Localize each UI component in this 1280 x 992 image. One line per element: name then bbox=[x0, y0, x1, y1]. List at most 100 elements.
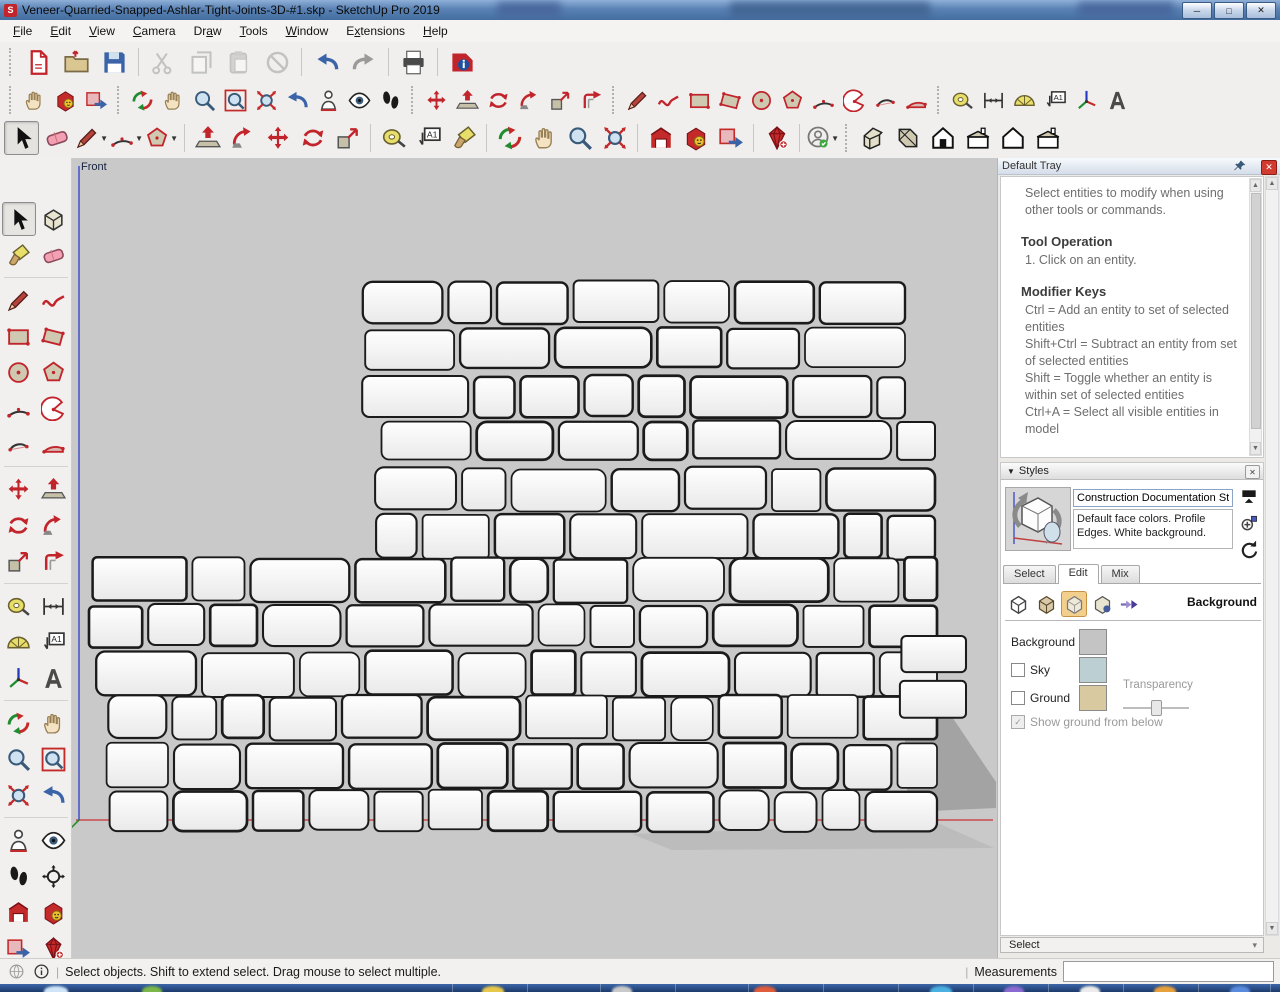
back-view-button[interactable] bbox=[995, 121, 1030, 155]
background-color-swatch[interactable] bbox=[1079, 629, 1107, 655]
styles-close-button[interactable]: ✕ bbox=[1245, 465, 1260, 479]
cut-button[interactable] bbox=[144, 44, 182, 80]
select-dropdown[interactable]: Select ▾ bbox=[1000, 937, 1264, 953]
rotated-rectangle-tool[interactable] bbox=[37, 319, 71, 353]
walk-tool[interactable] bbox=[2, 859, 36, 893]
push-pull-tool[interactable] bbox=[37, 472, 71, 506]
pan-tool[interactable] bbox=[37, 706, 71, 740]
hand-tool-button[interactable] bbox=[19, 85, 50, 115]
menu-draw[interactable]: Draw bbox=[185, 21, 231, 41]
toolbar-grip[interactable] bbox=[9, 86, 14, 114]
taskbar-app-icon[interactable] bbox=[930, 986, 952, 992]
arcs-button[interactable]: ▼ bbox=[109, 121, 144, 155]
component-tool-2-button[interactable] bbox=[81, 85, 112, 115]
dropdown-arrow-icon[interactable]: ▼ bbox=[135, 134, 143, 143]
scroll-up-icon[interactable]: ▲ bbox=[1266, 177, 1278, 190]
instructor-scrollbar[interactable]: ▲ ▼ bbox=[1249, 178, 1262, 456]
zoom-extents-button[interactable] bbox=[597, 121, 632, 155]
left-view-button[interactable] bbox=[1030, 121, 1065, 155]
text-button[interactable] bbox=[1040, 85, 1071, 115]
erase-button[interactable] bbox=[258, 44, 296, 80]
toolbar-grip[interactable] bbox=[612, 86, 617, 114]
polygon-tool[interactable] bbox=[37, 355, 71, 389]
taskbar-app-icon[interactable] bbox=[44, 986, 68, 992]
dimension-button[interactable] bbox=[978, 85, 1009, 115]
toolbar-grip[interactable] bbox=[9, 48, 14, 76]
arc-tool[interactable] bbox=[2, 391, 36, 425]
arc-button[interactable] bbox=[808, 85, 839, 115]
paint-bucket-button[interactable] bbox=[446, 121, 481, 155]
save-file-button[interactable] bbox=[95, 44, 133, 80]
text-button[interactable] bbox=[411, 121, 446, 155]
rotate-button[interactable] bbox=[483, 85, 514, 115]
transparency-slider[interactable] bbox=[1123, 700, 1189, 716]
scale-tool[interactable] bbox=[2, 544, 36, 578]
zoom-button[interactable] bbox=[562, 121, 597, 155]
axes-tool[interactable] bbox=[2, 661, 36, 695]
tab-edit[interactable]: Edit bbox=[1057, 564, 1099, 584]
rotate-tool[interactable] bbox=[2, 508, 36, 542]
follow-me-tool[interactable] bbox=[37, 508, 71, 542]
background-settings-button[interactable] bbox=[1061, 591, 1087, 617]
paste-button[interactable] bbox=[220, 44, 258, 80]
iso-view-button[interactable] bbox=[855, 121, 890, 155]
line-button[interactable] bbox=[622, 85, 653, 115]
tray-close-button[interactable]: ✕ bbox=[1261, 160, 1277, 175]
line-button[interactable]: ▼ bbox=[74, 121, 109, 155]
protractor-tool[interactable] bbox=[2, 625, 36, 659]
sky-color-swatch[interactable] bbox=[1079, 657, 1107, 683]
watermark-settings-button[interactable] bbox=[1089, 591, 1115, 617]
extension-warehouse-tool[interactable] bbox=[37, 895, 71, 929]
dropdown-arrow-icon[interactable]: ▼ bbox=[100, 134, 108, 143]
3d-text-tool[interactable] bbox=[37, 661, 71, 695]
position-camera-button[interactable] bbox=[313, 85, 344, 115]
scroll-up-icon[interactable]: ▲ bbox=[1250, 179, 1261, 192]
rectangle-tool[interactable] bbox=[2, 319, 36, 353]
extension-warehouse-button[interactable] bbox=[678, 121, 713, 155]
2-point-arc-tool[interactable] bbox=[2, 427, 36, 461]
push-pull-button[interactable] bbox=[452, 85, 483, 115]
rotate-button[interactable] bbox=[295, 121, 330, 155]
polygon-button[interactable] bbox=[777, 85, 808, 115]
front-view-button[interactable] bbox=[925, 121, 960, 155]
minimize-button[interactable]: ─ bbox=[1182, 2, 1212, 19]
sky-checkbox[interactable] bbox=[1011, 663, 1025, 677]
open-file-button[interactable] bbox=[57, 44, 95, 80]
pie-button[interactable] bbox=[839, 85, 870, 115]
toolbar-grip[interactable] bbox=[845, 124, 850, 152]
top-view-button[interactable] bbox=[890, 121, 925, 155]
zoom-extents-tool[interactable] bbox=[2, 778, 36, 812]
scroll-down-icon[interactable]: ▼ bbox=[1266, 922, 1278, 935]
move-tool[interactable] bbox=[2, 472, 36, 506]
zoom-window-tool[interactable] bbox=[37, 742, 71, 776]
print-button[interactable] bbox=[394, 44, 432, 80]
orbit-button[interactable] bbox=[127, 85, 158, 115]
taskbar-app-icon[interactable] bbox=[1080, 986, 1100, 992]
section-plane-tool[interactable] bbox=[37, 859, 71, 893]
select-button[interactable] bbox=[4, 121, 39, 155]
model-info-button[interactable] bbox=[443, 44, 481, 80]
tape-measure-tool[interactable] bbox=[2, 589, 36, 623]
tape-measure-button[interactable] bbox=[376, 121, 411, 155]
taskbar-app-icon[interactable] bbox=[1004, 986, 1024, 992]
style-name-input[interactable] bbox=[1073, 489, 1233, 507]
position-camera-tool[interactable] bbox=[2, 823, 36, 857]
previous-view-button[interactable] bbox=[282, 85, 313, 115]
tray-header[interactable]: Default Tray ✕ bbox=[998, 158, 1280, 175]
ground-checkbox[interactable] bbox=[1011, 691, 1025, 705]
menu-help[interactable]: Help bbox=[414, 21, 457, 41]
taskbar-app-icon[interactable] bbox=[142, 986, 162, 992]
scroll-down-icon[interactable]: ▼ bbox=[1250, 442, 1261, 455]
menu-tools[interactable]: Tools bbox=[231, 21, 277, 41]
follow-me-button[interactable] bbox=[225, 121, 260, 155]
axes-button[interactable] bbox=[1071, 85, 1102, 115]
right-view-button[interactable] bbox=[960, 121, 995, 155]
make-component-tool[interactable] bbox=[37, 202, 71, 236]
redo-button[interactable] bbox=[345, 44, 383, 80]
info-icon[interactable] bbox=[33, 963, 50, 980]
walk-button[interactable] bbox=[375, 85, 406, 115]
dropdown-arrow-icon[interactable]: ▼ bbox=[831, 134, 839, 143]
zoom-button[interactable] bbox=[189, 85, 220, 115]
orbit-button[interactable] bbox=[492, 121, 527, 155]
geolocation-icon[interactable] bbox=[8, 963, 25, 980]
